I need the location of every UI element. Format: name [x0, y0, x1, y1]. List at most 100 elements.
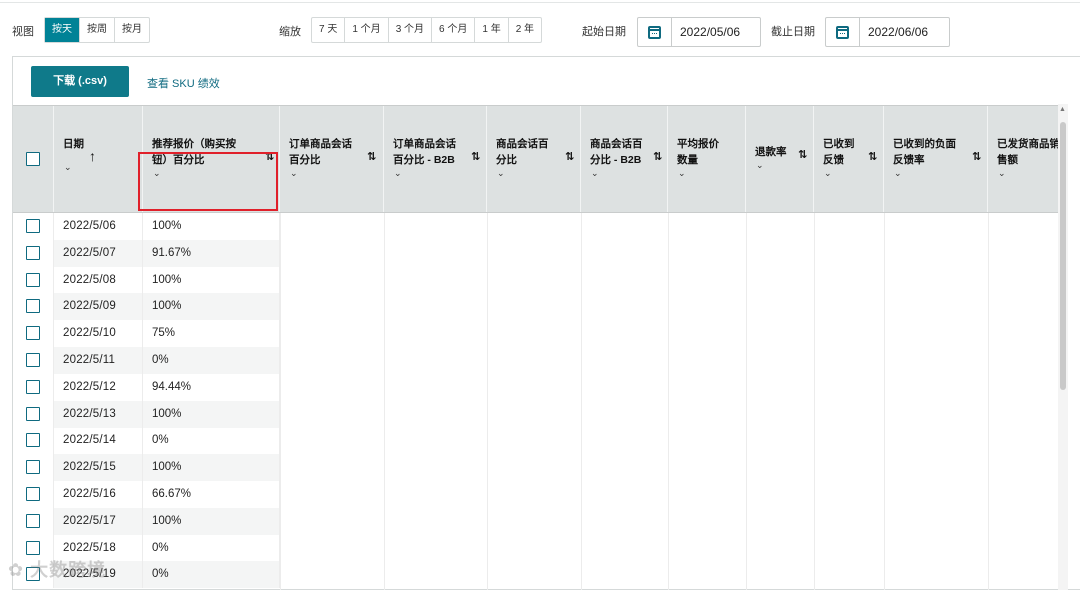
view-weekly-button[interactable]: 按周 [80, 18, 115, 42]
featured-offer-cell: 0% [143, 427, 280, 455]
calendar-icon [648, 25, 661, 39]
column-header-session-b2b[interactable]: 商品会话百 分比 - B2B ⇅ ⌄ [581, 106, 668, 212]
start-date-value[interactable]: 2022/05/06 [672, 18, 740, 46]
row-checkbox[interactable] [26, 353, 40, 367]
end-date-value[interactable]: 2022/06/06 [860, 18, 928, 46]
zoom-1m-button[interactable]: 1 个月 [345, 18, 389, 42]
table-row: 2022/5/10 75% [13, 320, 1068, 348]
chevron-down-icon[interactable]: ⌄ [153, 168, 161, 179]
table-row: 2022/5/14 0% [13, 427, 1068, 455]
end-date-field[interactable]: 2022/06/06 [825, 17, 950, 47]
start-date-field[interactable]: 2022/05/06 [637, 17, 761, 47]
date-cell: 2022/5/09 [54, 293, 143, 321]
column-header-refund-rate[interactable]: 退款率 ⇅ ⌄ [746, 106, 814, 212]
scroll-up-arrow-icon[interactable]: ▲ [1059, 106, 1066, 113]
featured-offer-cell: 94.44% [143, 373, 280, 401]
view-monthly-button[interactable]: 按月 [115, 18, 149, 42]
zoom-3m-button[interactable]: 3 个月 [389, 18, 433, 42]
featured-offer-cell: 0% [143, 347, 280, 374]
row-checkbox[interactable] [26, 487, 40, 501]
chevron-down-icon[interactable]: ⌄ [497, 168, 505, 179]
sort-icon[interactable]: ⇅ [565, 150, 574, 163]
date-cell: 2022/5/15 [54, 454, 143, 482]
column-header-unit-session-b2b[interactable]: 订单商品会话 百分比 - B2B ⇅ ⌄ [384, 106, 487, 212]
column-header-featured-offer[interactable]: 推荐报价（购买按 钮）百分比 ⇅ ⌄ [143, 106, 280, 212]
start-date-label: 起始日期 [582, 26, 626, 38]
vertical-scrollbar[interactable]: ▲ [1058, 104, 1068, 590]
select-all-checkbox[interactable] [26, 152, 40, 166]
zoom-6m-button[interactable]: 6 个月 [432, 18, 476, 42]
table-row: 2022/5/07 91.67% [13, 239, 1068, 267]
view-label: 视图 [12, 26, 34, 38]
chevron-down-icon[interactable]: ⌄ [998, 168, 1006, 179]
toolbar: 视图 按天 按周 按月 缩放 7 天 1 个月 3 个月 6 个月 1 年 2 … [0, 17, 1080, 47]
row-checkbox[interactable] [26, 326, 40, 341]
row-checkbox[interactable] [26, 406, 40, 421]
zoom-2y-button[interactable]: 2 年 [509, 18, 541, 42]
column-header-avg-offer-count[interactable]: 平均报价 数量 ⌄ [668, 106, 746, 212]
table-row: 2022/5/19 0% [13, 561, 1068, 589]
scrollbar-thumb[interactable] [1060, 122, 1066, 390]
row-checkbox[interactable] [26, 219, 40, 233]
chevron-down-icon[interactable]: ⌄ [678, 168, 686, 179]
table-row: 2022/5/08 100% [13, 266, 1068, 294]
watermark-logo: ✿ 大数跨境 [8, 560, 107, 580]
date-cell: 2022/5/16 [54, 481, 143, 508]
chevron-down-icon[interactable]: ⌄ [64, 162, 72, 173]
zoom-toggle: 7 天 1 个月 3 个月 6 个月 1 年 2 年 [311, 17, 543, 43]
table-row: 2022/5/11 0% [13, 347, 1068, 374]
column-header-shipped-sales[interactable]: 已发货商品销 售额 ⌄ [988, 106, 1068, 212]
sort-icon[interactable]: ⇅ [798, 148, 807, 161]
row-select-cell [13, 239, 54, 267]
column-header-negative-feedback-rate[interactable]: 已收到的负面 反馈率 ⇅ ⌄ [884, 106, 988, 212]
arrow-up-icon[interactable]: ↑ [89, 148, 96, 164]
zoom-1y-button[interactable]: 1 年 [475, 18, 509, 42]
row-select-cell [13, 320, 54, 348]
featured-offer-cell: 100% [143, 507, 280, 535]
featured-offer-cell: 100% [143, 293, 280, 321]
row-checkbox[interactable] [26, 433, 40, 448]
row-checkbox[interactable] [26, 460, 40, 475]
column-header-label: 推荐报价（购买按 钮）百分比 [152, 138, 236, 166]
row-checkbox[interactable] [26, 245, 40, 260]
row-checkbox[interactable] [26, 272, 40, 287]
column-header-date[interactable]: 日期 ↑ ⌄ [54, 106, 143, 212]
row-checkbox[interactable] [26, 379, 40, 394]
chevron-down-icon[interactable]: ⌄ [824, 168, 832, 179]
sort-icon[interactable]: ⇅ [471, 150, 480, 163]
download-csv-button[interactable]: 下载 (.csv) [31, 66, 129, 97]
sort-icon[interactable]: ⇅ [868, 150, 877, 163]
row-select-cell [13, 507, 54, 535]
column-header-label: 退款率 [755, 146, 787, 158]
start-calendar-button[interactable] [638, 18, 672, 46]
chevron-down-icon[interactable]: ⌄ [591, 168, 599, 179]
view-daily-button[interactable]: 按天 [45, 18, 80, 42]
row-select-cell [13, 373, 54, 401]
row-checkbox[interactable] [26, 540, 40, 555]
chevron-down-icon[interactable]: ⌄ [290, 168, 298, 179]
row-checkbox[interactable] [26, 513, 40, 528]
zoom-7d-button[interactable]: 7 天 [312, 18, 346, 42]
column-header-feedback-received[interactable]: 已收到 反馈 ⇅ ⌄ [814, 106, 884, 212]
chevron-down-icon[interactable]: ⌄ [394, 168, 402, 179]
sort-icon[interactable]: ⇅ [653, 150, 662, 163]
table-row: 2022/5/18 0% [13, 534, 1068, 562]
column-header-unit-session[interactable]: 订单商品会话 百分比 ⇅ ⌄ [280, 106, 384, 212]
sort-icon[interactable]: ⇅ [367, 150, 376, 163]
featured-offer-cell: 0% [143, 561, 280, 589]
column-header-label: 订单商品会话 百分比 [289, 138, 352, 166]
view-sku-performance-link[interactable]: 查看 SKU 绩效 [147, 75, 220, 91]
table-row: 2022/5/06 100% [13, 213, 1068, 240]
date-cell: 2022/5/13 [54, 400, 143, 428]
featured-offer-cell: 75% [143, 320, 280, 348]
chevron-down-icon[interactable]: ⌄ [894, 168, 902, 179]
chevron-down-icon[interactable]: ⌄ [756, 160, 764, 171]
row-checkbox[interactable] [26, 299, 40, 314]
sort-icon[interactable]: ⇅ [265, 150, 274, 163]
table-row: 2022/5/09 100% [13, 293, 1068, 321]
end-calendar-button[interactable] [826, 18, 860, 46]
date-cell: 2022/5/11 [54, 347, 143, 374]
sort-icon[interactable]: ⇅ [972, 150, 981, 163]
column-header-session[interactable]: 商品会话百 分比 ⇅ ⌄ [487, 106, 581, 212]
featured-offer-cell: 100% [143, 454, 280, 482]
